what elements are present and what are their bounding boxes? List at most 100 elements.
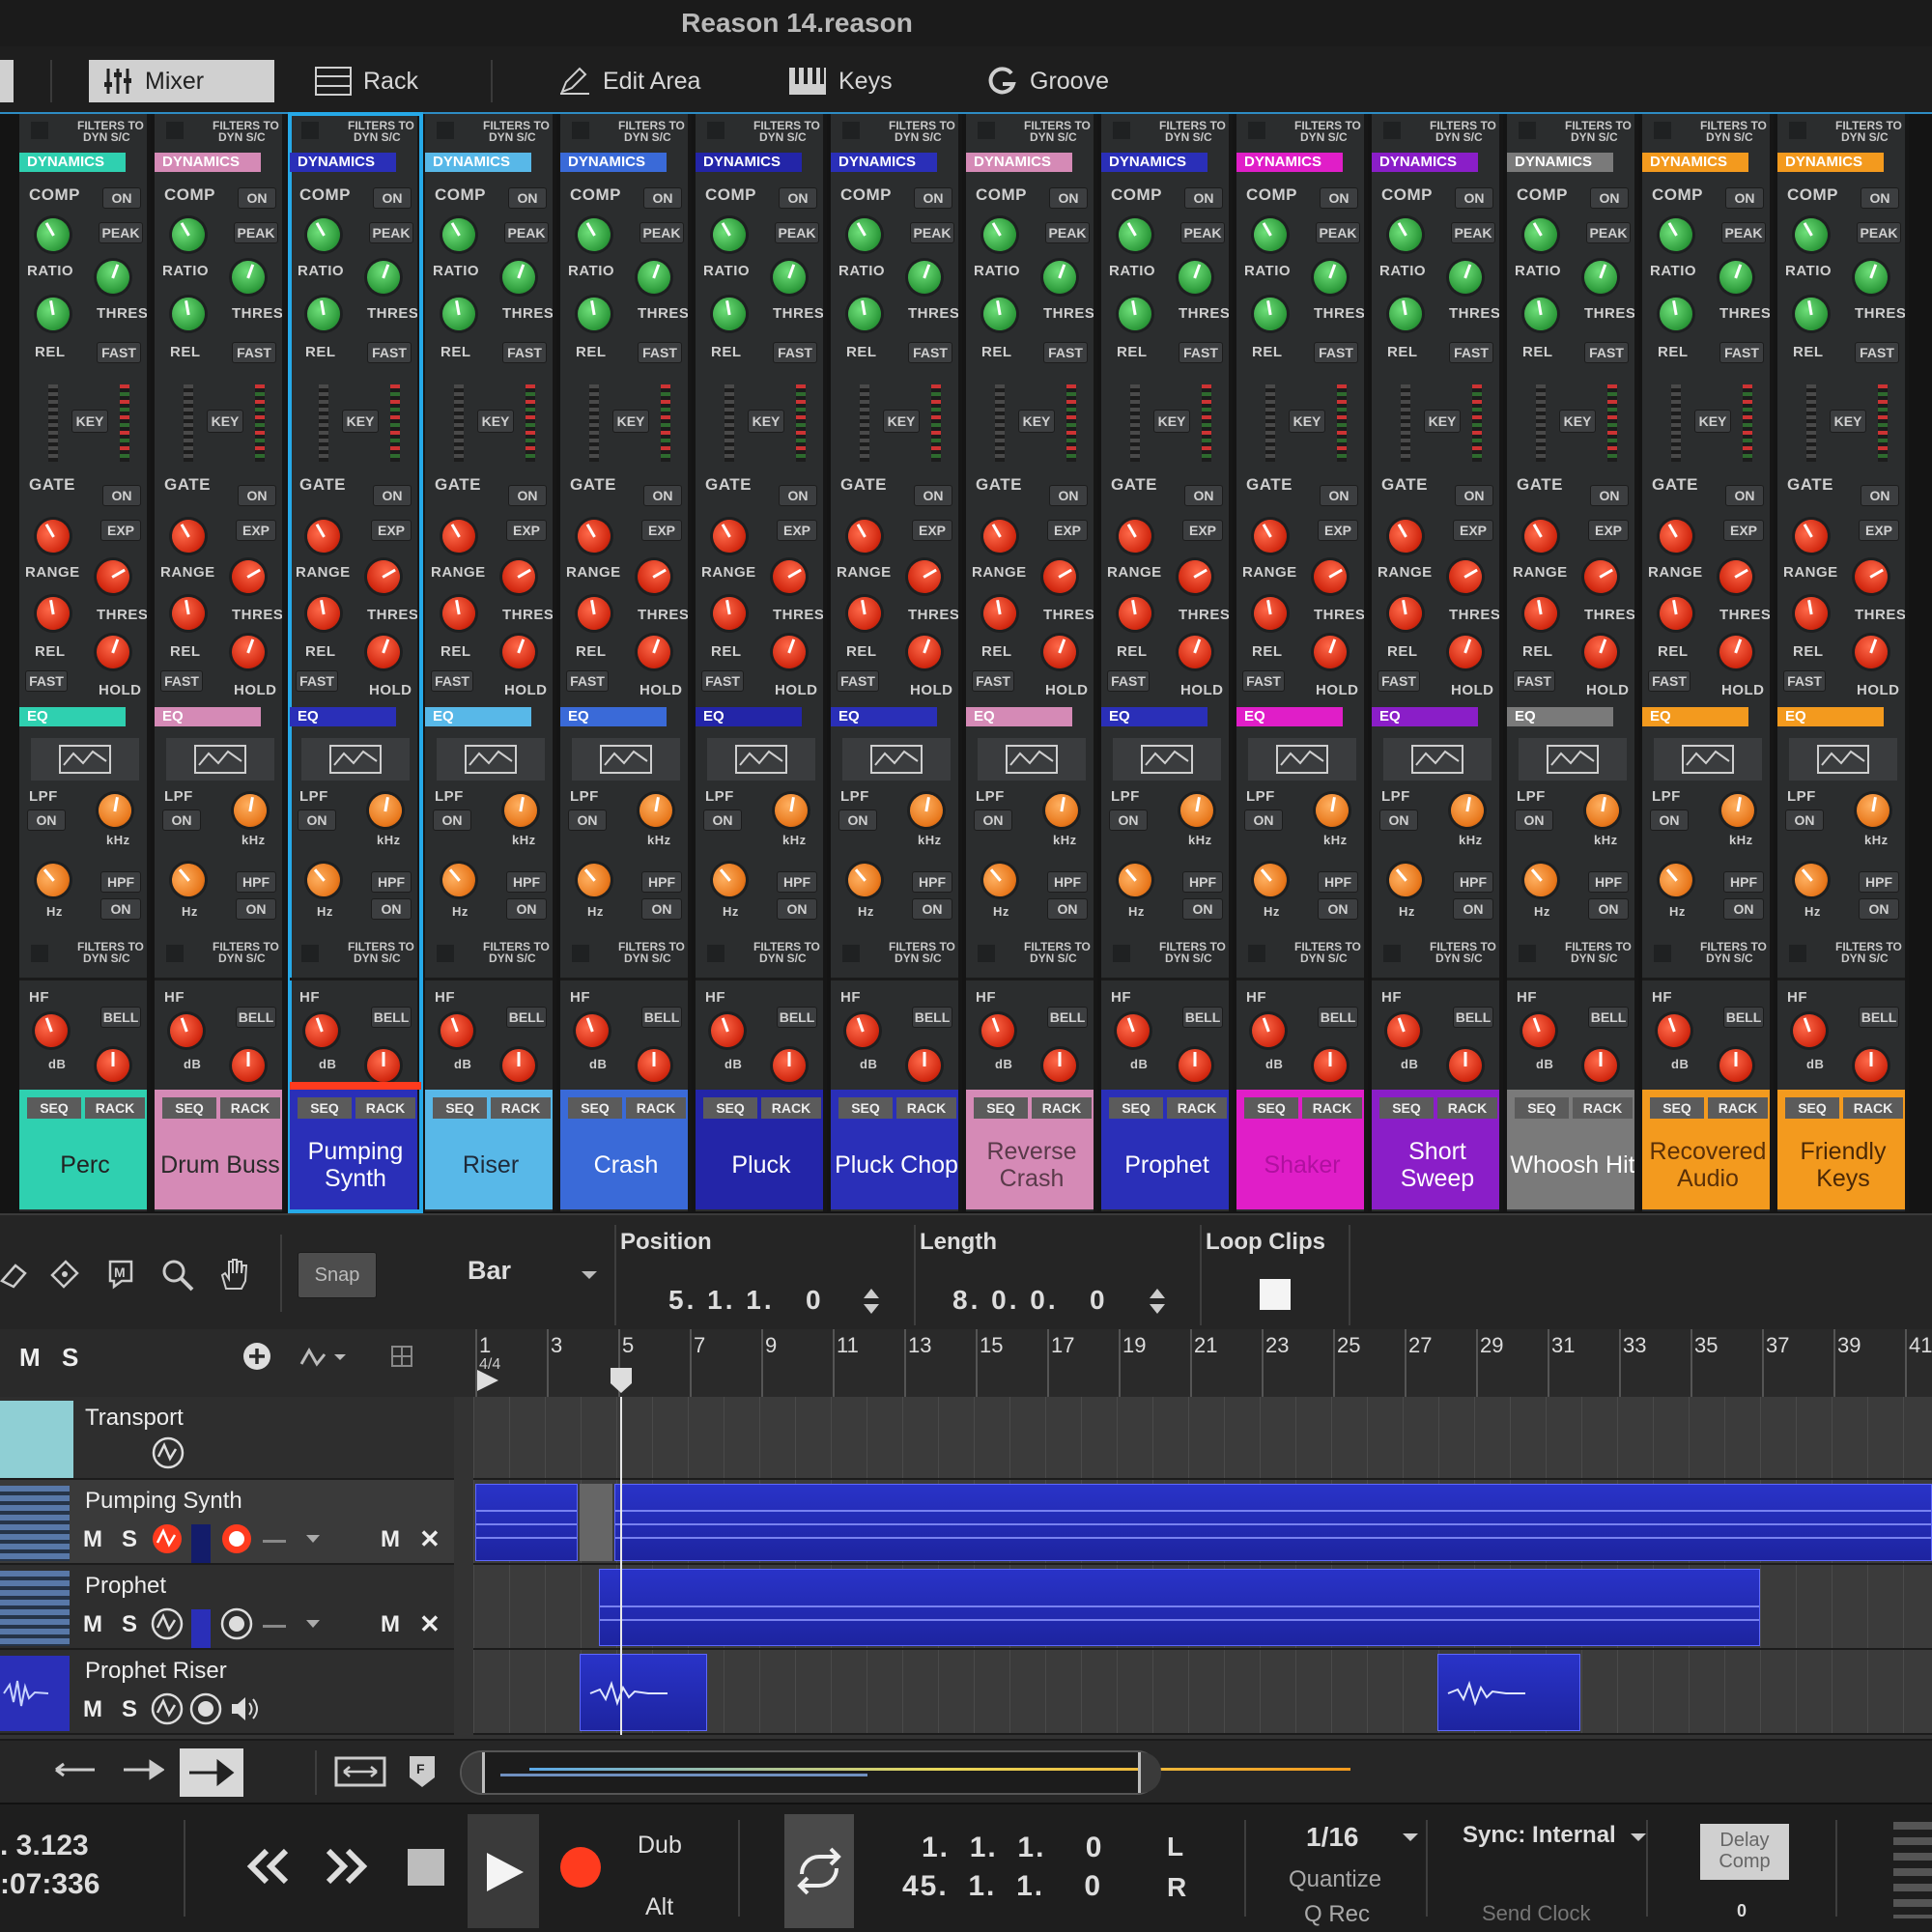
threshold-knob[interactable] [34, 295, 72, 333]
range-knob[interactable] [901, 554, 948, 600]
exp-button[interactable]: EXP [641, 520, 682, 541]
transport-lane[interactable] [473, 1397, 1932, 1480]
left-edge-button[interactable] [0, 60, 14, 102]
threshold-knob[interactable] [1521, 295, 1560, 333]
gate-threshold-knob[interactable] [1251, 594, 1290, 633]
channel-name-plate[interactable]: SEQ RACK Recovered Audio [1642, 1090, 1770, 1209]
gate-knob[interactable] [1788, 513, 1834, 559]
hpf-on-button[interactable]: ON [777, 898, 817, 920]
comp-knob[interactable] [436, 212, 482, 258]
hpf-button[interactable]: HPF [506, 871, 547, 893]
seq-button[interactable]: SEQ [1109, 1097, 1163, 1119]
ratio-knob[interactable] [633, 256, 675, 298]
keys-tab[interactable]: Keys [775, 60, 906, 102]
gate-threshold-knob[interactable] [1792, 594, 1831, 633]
fast-button[interactable]: FAST [972, 670, 1014, 692]
bell-button[interactable]: BELL [1588, 1007, 1629, 1028]
hf-gain-knob[interactable] [1518, 1009, 1560, 1052]
channel-name-plate[interactable]: SEQ RACK Whoosh Hit [1507, 1090, 1634, 1209]
hpf-knob[interactable] [1112, 857, 1158, 903]
record-enable-icon[interactable] [189, 1692, 222, 1725]
comp-knob[interactable] [165, 212, 212, 258]
fast-button[interactable]: FAST [1179, 342, 1223, 363]
filters-to-dyn-sc-checkbox[interactable] [572, 122, 589, 139]
prophet-riser-lane[interactable] [473, 1650, 1932, 1735]
gate-threshold-knob[interactable] [575, 594, 613, 633]
comp-on-button[interactable]: ON [1455, 187, 1493, 209]
rack-button[interactable]: RACK [355, 1097, 415, 1119]
exp-button[interactable]: EXP [1859, 520, 1899, 541]
gate-knob[interactable] [436, 513, 482, 559]
peak-button[interactable]: PEAK [1721, 222, 1766, 243]
rack-button[interactable]: RACK [85, 1097, 145, 1119]
hpf-on-button[interactable]: ON [912, 898, 952, 920]
exp-button[interactable]: EXP [1182, 520, 1223, 541]
fast-button[interactable]: FAST [1513, 670, 1555, 692]
range-knob[interactable] [1848, 554, 1894, 600]
gate-threshold-knob[interactable] [845, 594, 884, 633]
range-knob[interactable] [766, 554, 812, 600]
ratio-knob[interactable] [768, 256, 810, 298]
hpf-button[interactable]: HPF [1723, 871, 1764, 893]
note-clip[interactable] [475, 1484, 578, 1561]
range-knob[interactable] [631, 554, 677, 600]
filters-to-dyn-sc-checkbox[interactable] [978, 122, 995, 139]
hpf-button[interactable]: HPF [777, 871, 817, 893]
range-knob[interactable] [1037, 554, 1083, 600]
mixer-tab[interactable]: Mixer [89, 60, 274, 102]
bell-button[interactable]: BELL [1723, 1007, 1764, 1028]
hpf-on-button[interactable]: ON [1047, 898, 1088, 920]
gate-on-button[interactable]: ON [779, 485, 817, 506]
gate-knob[interactable] [165, 513, 212, 559]
peak-button[interactable]: PEAK [639, 222, 684, 243]
fast-button[interactable]: FAST [1314, 342, 1358, 363]
bell-button[interactable]: BELL [1318, 1007, 1358, 1028]
filters-to-dyn-sc-checkbox[interactable] [978, 945, 995, 962]
peak-button[interactable]: PEAK [1180, 222, 1225, 243]
bar-ruler[interactable]: 1 3 5 7 9 11 13 15 17 19 21 23 25 27 29 31 33 35 37 39 41 4/4 [473, 1329, 1932, 1397]
rack-button[interactable]: RACK [1843, 1097, 1903, 1119]
key-button[interactable]: KEY [612, 410, 649, 433]
gate-threshold-knob[interactable] [1521, 594, 1560, 633]
key-button[interactable]: KEY [71, 410, 108, 433]
range-knob[interactable] [225, 554, 271, 600]
snap-value[interactable]: Bar [468, 1256, 511, 1286]
eq-graph-button[interactable] [1519, 738, 1627, 781]
track-solo-button[interactable]: S [122, 1611, 137, 1638]
seq-button[interactable]: SEQ [1785, 1097, 1839, 1119]
gate-knob[interactable] [1382, 513, 1429, 559]
gate-on-button[interactable]: ON [238, 485, 276, 506]
bell-button[interactable]: BELL [777, 1007, 817, 1028]
key-button[interactable]: KEY [207, 410, 243, 433]
exp-button[interactable]: EXP [1318, 520, 1358, 541]
gate-on-button[interactable]: ON [1725, 485, 1764, 506]
hf-gain-knob[interactable] [1653, 1009, 1695, 1052]
seq-button[interactable]: SEQ [27, 1097, 81, 1119]
rack-button[interactable]: RACK [491, 1097, 551, 1119]
gate-on-button[interactable]: ON [1455, 485, 1493, 506]
rewind-icon[interactable] [245, 1847, 292, 1886]
right-locator[interactable]: 45. 1. 1. 0 [902, 1870, 1102, 1903]
range-knob[interactable] [1577, 554, 1624, 600]
hpf-button[interactable]: HPF [1859, 871, 1899, 893]
comp-knob[interactable] [1788, 212, 1834, 258]
gate-on-button[interactable]: ON [643, 485, 682, 506]
filters-to-dyn-sc-checkbox[interactable] [1248, 122, 1265, 139]
filters-to-dyn-sc-checkbox[interactable] [1654, 945, 1671, 962]
right-locator-label[interactable]: R [1167, 1872, 1186, 1903]
ratio-knob[interactable] [227, 256, 270, 298]
threshold-knob[interactable] [1116, 295, 1154, 333]
peak-button[interactable]: PEAK [1451, 222, 1495, 243]
hpf-on-button[interactable]: ON [641, 898, 682, 920]
key-button[interactable]: KEY [342, 410, 379, 433]
fast-button[interactable]: FAST [638, 342, 682, 363]
fast-button[interactable]: FAST [25, 670, 68, 692]
hf-freq-knob[interactable] [232, 1049, 265, 1082]
threshold-knob[interactable] [1657, 295, 1695, 333]
threshold-knob[interactable] [1386, 295, 1425, 333]
hf-freq-knob[interactable] [1855, 1049, 1888, 1082]
exp-button[interactable]: EXP [777, 520, 817, 541]
fast-button[interactable]: FAST [232, 342, 276, 363]
hpf-on-button[interactable]: ON [1182, 898, 1223, 920]
comp-on-button[interactable]: ON [102, 187, 141, 209]
